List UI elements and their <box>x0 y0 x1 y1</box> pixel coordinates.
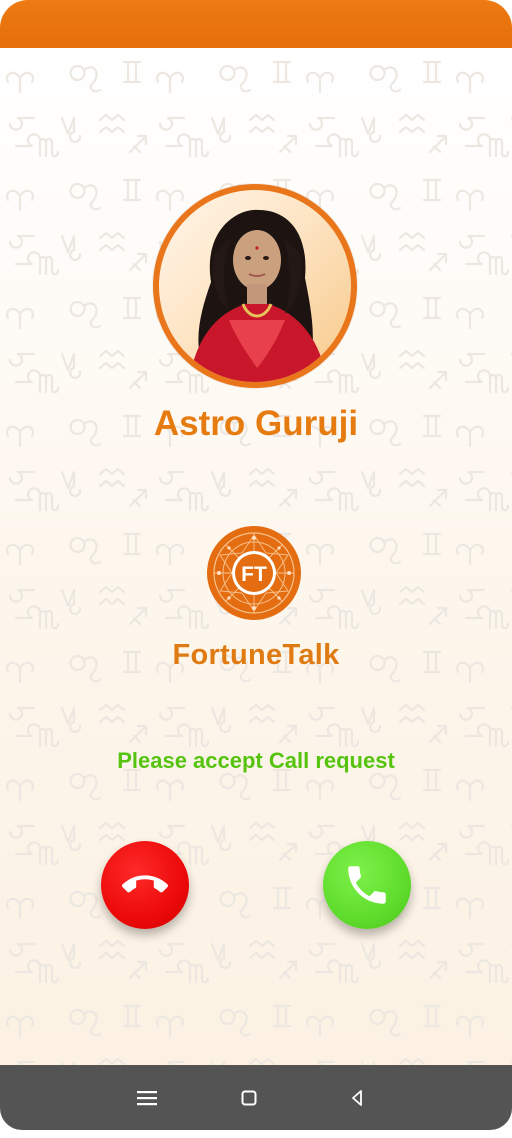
menu-button[interactable] <box>130 1081 164 1115</box>
decline-call-button[interactable] <box>101 841 189 929</box>
phone-hangup-icon <box>122 875 168 893</box>
logo-initials: FT <box>241 563 267 586</box>
zodiac-wheel-logo-icon: FT <box>206 525 302 621</box>
call-prompt: Please accept Call request <box>117 748 395 773</box>
home-button[interactable] <box>232 1081 266 1115</box>
accept-call-button[interactable] <box>323 841 411 929</box>
home-square-icon <box>241 1090 257 1106</box>
menu-icon <box>137 1091 157 1106</box>
incoming-call-screen: Astro Guruji FT FortuneTalk Please accep… <box>0 0 512 1138</box>
back-button[interactable] <box>340 1081 374 1115</box>
phone-icon <box>348 866 386 904</box>
back-triangle-icon <box>352 1090 362 1106</box>
brand-name: FortuneTalk <box>172 639 340 671</box>
status-bar <box>0 0 512 48</box>
call-content: Astro Guruji FT FortuneTalk Please accep… <box>0 48 512 1065</box>
caller-avatar-ring <box>153 184 357 388</box>
caller-name: Astro Guruji <box>153 404 359 443</box>
astrologer-portrait-icon <box>189 209 327 382</box>
bottom-edge <box>0 1130 512 1138</box>
caller-avatar <box>159 190 351 382</box>
system-navigation-bar <box>0 1065 512 1130</box>
